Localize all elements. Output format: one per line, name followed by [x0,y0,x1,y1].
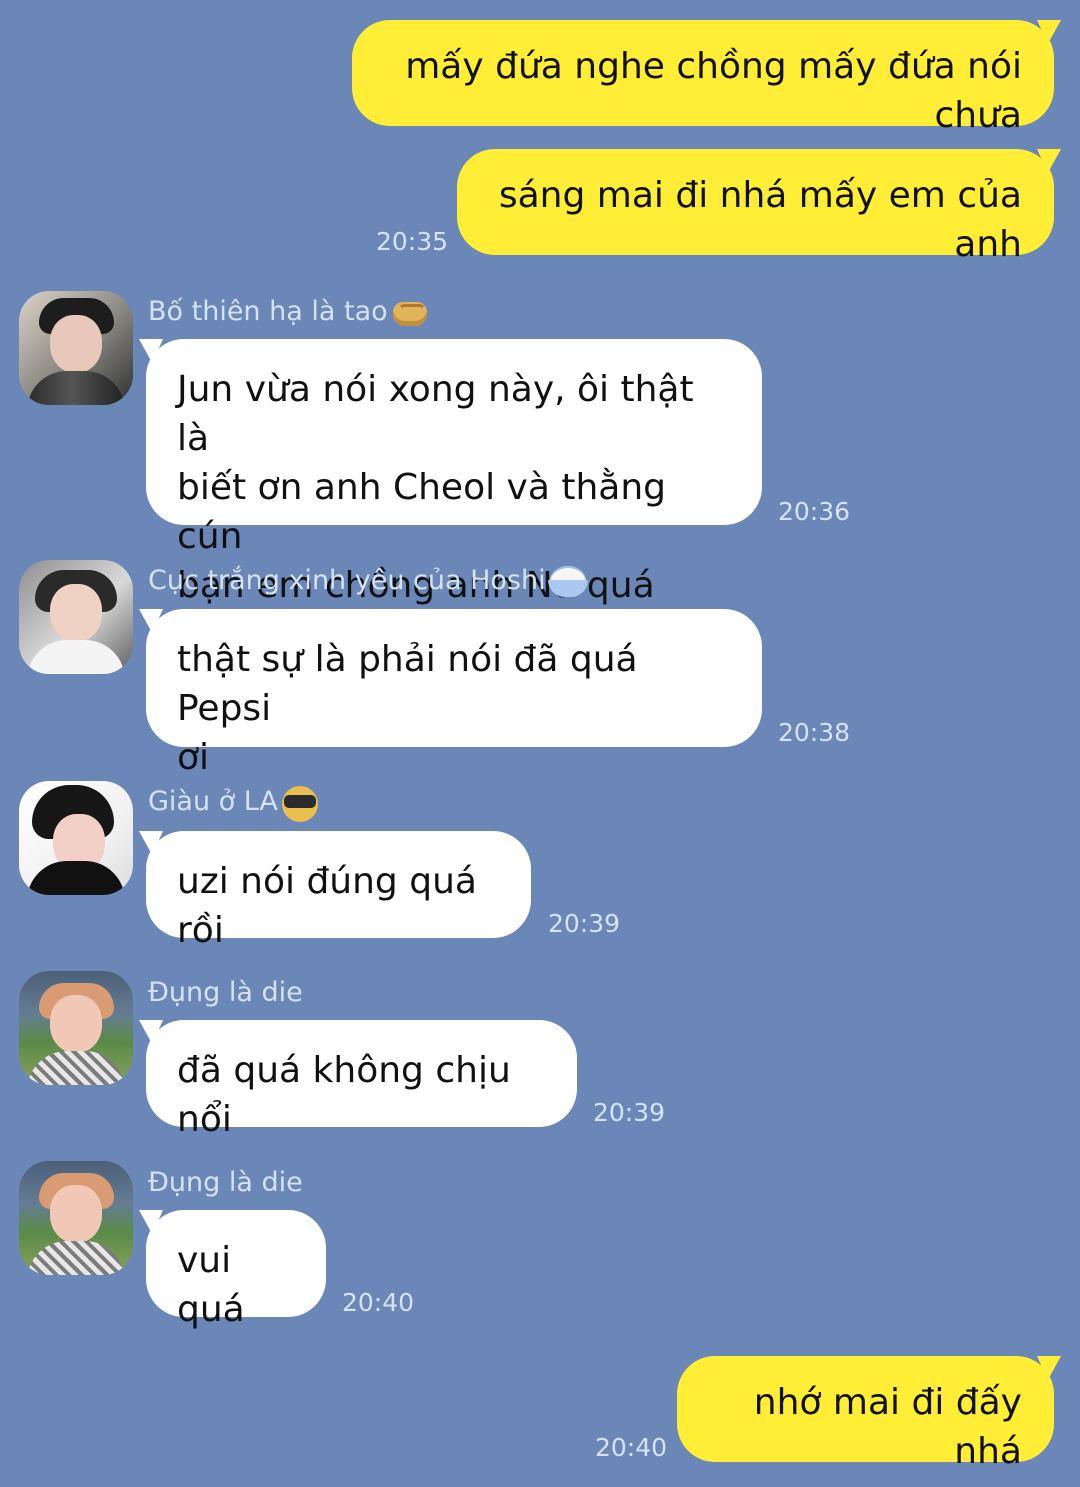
sender-name: Giàu ở LA [148,784,320,822]
outgoing-message-bubble[interactable]: sáng mai đi nhá mấy em của anh [457,149,1054,265]
sender-name-label: Đụng là die [148,1167,303,1198]
avatar[interactable] [19,560,133,674]
incoming-message-bubble[interactable]: uzi nói đúng quá rồi [146,831,531,951]
avatar[interactable] [19,971,133,1085]
incoming-message-bubble[interactable]: thật sự là phải nói đã quá Pepsi ơi [146,609,762,778]
chat-thread: mấy đứa nghe chồng mấy đứa nói chưa sáng… [0,0,1080,1487]
message-timestamp: 20:38 [778,718,851,747]
avatar-shirt [27,371,125,405]
message-timestamp: 20:39 [548,909,621,938]
sender-name: Bố thiên hạ là tao [148,294,430,330]
sunglasses-icon [280,786,320,822]
outgoing-message-bubble[interactable]: mấy đứa nghe chồng mấy đứa nói chưa [352,20,1054,136]
avatar[interactable] [19,291,133,405]
sender-name: Đụng là die [148,1165,303,1201]
avatar-shirt [27,640,125,674]
incoming-message-bubble[interactable]: Jun vừa nói xong này, ôi thật là biết ơn… [146,339,762,606]
message-timestamp: 20:35 [376,227,449,256]
message-timestamp: 20:40 [342,1288,415,1317]
rice-bowl-icon [547,565,588,597]
sender-name: Cục trắng xinh yêu của Hoshi [148,563,588,599]
message-timestamp: 20:39 [593,1098,666,1127]
outgoing-message-bubble[interactable]: nhớ mai đi đấy nhá [677,1356,1054,1472]
sender-name-label: Giàu ở LA [148,786,278,817]
avatar[interactable] [19,1161,133,1275]
avatar-face [50,1185,102,1243]
sender-name: Đụng là die [148,975,303,1011]
avatar-shirt [27,861,125,895]
fist-icon [390,296,430,328]
message-timestamp: 20:40 [595,1433,668,1462]
avatar-face [50,584,102,642]
incoming-message-bubble[interactable]: vui quá [146,1210,326,1330]
message-timestamp: 20:36 [778,497,851,526]
sender-name-label: Bố thiên hạ là tao [148,296,388,327]
avatar-shirt [27,1051,125,1085]
avatar-shirt [27,1241,125,1275]
sender-name-label: Đụng là die [148,977,303,1008]
avatar-face [50,995,102,1053]
avatar-face [50,315,102,373]
incoming-message-bubble[interactable]: đã quá không chịu nổi [146,1020,577,1140]
sender-name-label: Cục trắng xinh yêu của Hoshi [148,565,546,596]
avatar[interactable] [19,781,133,895]
